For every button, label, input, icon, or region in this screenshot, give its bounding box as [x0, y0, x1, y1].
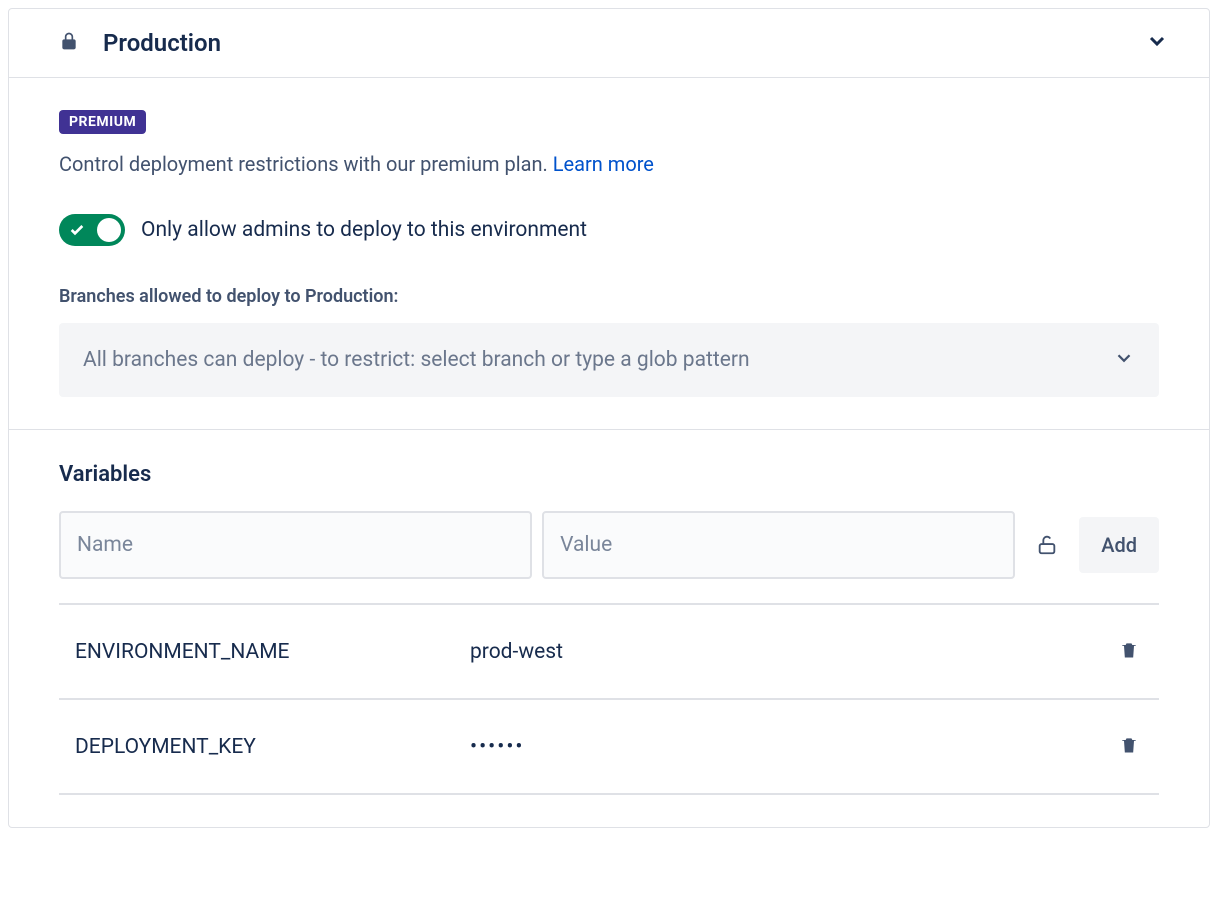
variable-value: ••••••	[470, 735, 1115, 759]
trash-icon	[1119, 639, 1139, 661]
admin-only-toggle[interactable]	[59, 214, 125, 246]
variable-row: ENVIRONMENT_NAME prod-west	[59, 605, 1159, 700]
learn-more-link[interactable]: Learn more	[553, 152, 654, 176]
add-variable-button[interactable]: Add	[1079, 517, 1159, 573]
admin-toggle-label: Only allow admins to deploy to this envi…	[141, 218, 587, 242]
secure-toggle[interactable]	[1025, 532, 1069, 558]
restrictions-section: PREMIUM Control deployment restrictions …	[9, 78, 1209, 430]
chevron-down-icon	[1145, 29, 1169, 57]
variables-title: Variables	[59, 462, 1159, 487]
premium-description: Control deployment restrictions with our…	[59, 152, 553, 176]
environment-panel: Production PREMIUM Control deployment re…	[8, 8, 1210, 828]
delete-variable-button[interactable]	[1115, 730, 1143, 763]
variables-section: Variables Add ENVIRONMENT_NAME prod-west	[9, 430, 1209, 827]
variable-value-input[interactable]	[542, 511, 1015, 579]
trash-icon	[1119, 734, 1139, 756]
environment-title: Production	[103, 29, 221, 57]
branches-placeholder: All branches can deploy - to restrict: s…	[83, 348, 750, 372]
lock-icon	[59, 29, 79, 57]
chevron-down-icon	[1113, 347, 1135, 373]
branches-label: Branches allowed to deploy to Production…	[59, 286, 1159, 307]
admin-toggle-row: Only allow admins to deploy to this envi…	[59, 214, 1159, 246]
variable-value: prod-west	[470, 640, 1115, 664]
variable-name: DEPLOYMENT_KEY	[75, 735, 470, 759]
variable-name: ENVIRONMENT_NAME	[75, 640, 470, 664]
variable-name-input[interactable]	[59, 511, 532, 579]
delete-variable-button[interactable]	[1115, 635, 1143, 668]
panel-header[interactable]: Production	[9, 9, 1209, 78]
premium-badge: PREMIUM	[59, 110, 146, 134]
panel-header-left: Production	[59, 29, 221, 57]
toggle-knob	[97, 218, 121, 242]
variables-list: ENVIRONMENT_NAME prod-west DEPLOYMENT_KE…	[59, 603, 1159, 795]
branches-select[interactable]: All branches can deploy - to restrict: s…	[59, 323, 1159, 397]
variable-input-row: Add	[59, 511, 1159, 579]
variable-row: DEPLOYMENT_KEY ••••••	[59, 700, 1159, 795]
premium-description-row: Control deployment restrictions with our…	[59, 152, 1159, 176]
